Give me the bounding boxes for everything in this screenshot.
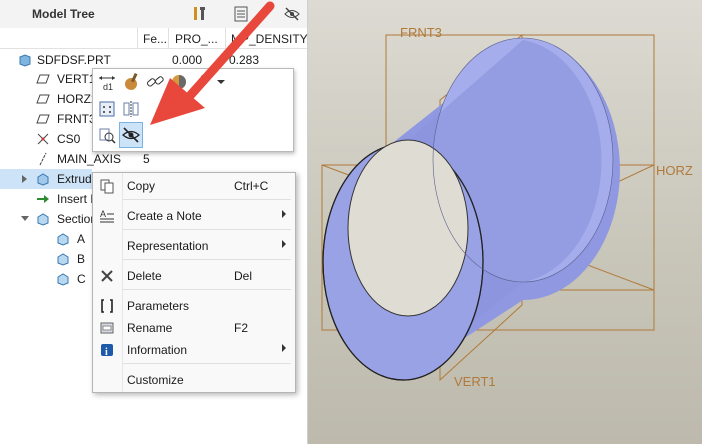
svg-text:i: i xyxy=(105,347,108,358)
link-icon[interactable] xyxy=(145,72,165,92)
rename-icon xyxy=(100,322,114,334)
tree-row-section-c[interactable]: C xyxy=(0,269,92,289)
datum-label-horz: HORZ xyxy=(656,163,693,178)
column-pro-mp[interactable]: PRO_... xyxy=(175,32,218,46)
svg-text:d1: d1 xyxy=(103,82,113,92)
insert-here-arrow-icon xyxy=(37,195,49,203)
menu-item-copy[interactable]: Copy Ctrl+C xyxy=(93,175,295,197)
show-columns-icon[interactable] xyxy=(232,4,252,24)
datum-plane-icon xyxy=(36,74,50,84)
menu-item-create-note[interactable]: A Create a Note xyxy=(93,205,295,227)
menu-item-shortcut: Ctrl+C xyxy=(234,179,269,193)
tree-row-label: B xyxy=(77,252,86,266)
tree-row-label: A xyxy=(77,232,86,246)
hide-icon xyxy=(122,127,140,143)
submenu-arrow-icon xyxy=(282,344,286,352)
tree-row-label: VERT1 xyxy=(57,72,96,86)
tree-row-section-a[interactable]: A xyxy=(0,229,92,249)
menu-item-label: Rename xyxy=(127,321,173,335)
menu-separator xyxy=(123,199,291,200)
mirror-icon[interactable] xyxy=(121,99,141,119)
menu-item-shortcut: F2 xyxy=(234,321,249,335)
appearance-icon[interactable] xyxy=(121,72,141,92)
parameters-icon xyxy=(101,299,113,313)
menu-item-label: Parameters xyxy=(127,299,190,313)
column-divider[interactable] xyxy=(225,28,226,48)
cell-mp-density: 0.283 xyxy=(229,53,260,67)
context-menu: Copy Ctrl+C A Create a Note Representati… xyxy=(92,172,296,393)
section-view-icon xyxy=(57,233,69,246)
part-icon xyxy=(19,54,31,67)
hide-button[interactable] xyxy=(119,122,143,148)
datum-label-vert: VERT1 xyxy=(454,374,496,389)
menu-item-customize[interactable]: Customize xyxy=(93,369,295,391)
graphics-viewport[interactable]: FRNT3 HORZ VERT1 xyxy=(308,0,702,444)
tree-row-label: FRNT3 xyxy=(57,112,96,126)
tree-row-insert-here[interactable]: Insert H xyxy=(0,189,99,209)
coordinate-system-icon xyxy=(37,133,49,145)
datum-label-front: FRNT3 xyxy=(400,25,442,40)
menu-separator xyxy=(123,289,291,290)
delete-icon xyxy=(101,270,113,282)
tree-row-section-b[interactable]: B xyxy=(0,249,92,269)
column-divider[interactable] xyxy=(137,28,138,48)
tree-row-extrude[interactable]: Extrude xyxy=(0,169,98,189)
dimension-icon[interactable]: d1 xyxy=(97,72,117,92)
more-actions-icon[interactable] xyxy=(193,72,213,92)
tree-row-label: MAIN_AXIS xyxy=(57,152,122,166)
column-mp-density[interactable]: MP_DENSITY xyxy=(231,32,308,46)
tree-row-axis[interactable]: MAIN_AXIS 5 xyxy=(0,149,307,169)
tree-settings-icon[interactable] xyxy=(190,4,210,24)
menu-item-representation[interactable]: Representation xyxy=(93,235,295,257)
submenu-arrow-icon xyxy=(282,240,286,248)
tree-row-label: SDFDSF.PRT xyxy=(37,53,111,67)
menu-item-label: Delete xyxy=(127,269,162,283)
copy-icon xyxy=(100,179,114,194)
tree-row-label: CS0 xyxy=(57,132,81,146)
section-icon xyxy=(37,213,49,226)
info-icon: i xyxy=(101,344,113,358)
menu-separator xyxy=(123,229,291,230)
shaded-sphere-icon[interactable] xyxy=(169,72,189,92)
column-header-row: Fe... PRO_... MP_DENSITY xyxy=(0,28,308,49)
menu-item-delete[interactable]: Delete Del xyxy=(93,265,295,287)
zoom-to-selected-icon[interactable] xyxy=(97,125,117,145)
menu-item-label: Create a Note xyxy=(127,209,202,223)
menu-item-label: Information xyxy=(127,343,188,357)
cell-pro-mp: 0.000 xyxy=(172,53,203,67)
datum-plane-icon xyxy=(36,114,50,124)
section-view-icon xyxy=(57,253,69,266)
select-table-icon[interactable] xyxy=(97,99,117,119)
datum-axis-icon xyxy=(39,152,47,166)
datum-plane-icon xyxy=(36,94,50,104)
model-view: FRNT3 HORZ VERT1 xyxy=(321,25,693,389)
menu-item-parameters[interactable]: Parameters xyxy=(93,295,295,317)
menu-item-shortcut: Del xyxy=(234,269,253,283)
hide-filter-icon[interactable] xyxy=(282,4,302,24)
menu-separator xyxy=(123,259,291,260)
column-divider[interactable] xyxy=(168,28,169,48)
section-view-icon xyxy=(57,273,69,286)
menu-item-label: Customize xyxy=(127,373,184,387)
menu-item-label: Representation xyxy=(127,239,209,253)
expand-arrow-icon[interactable] xyxy=(22,175,27,183)
menu-separator xyxy=(123,363,291,364)
submenu-arrow-icon xyxy=(282,210,286,218)
column-feature-number[interactable]: Fe... xyxy=(143,32,167,46)
mini-toolbar: d1 xyxy=(92,68,294,152)
collapse-arrow-icon[interactable] xyxy=(21,216,29,221)
cell-feature-number: 5 xyxy=(143,152,150,166)
tree-row-label: C xyxy=(77,272,86,286)
note-icon: A xyxy=(100,209,114,223)
tree-row-section[interactable]: Section xyxy=(0,209,97,229)
menu-item-label: Copy xyxy=(127,179,156,193)
model-tree-header: Model Tree xyxy=(0,0,307,29)
svg-text:A: A xyxy=(100,209,106,219)
menu-item-rename[interactable]: Rename F2 xyxy=(93,317,295,339)
toolbar-dropdown-icon[interactable] xyxy=(217,80,225,84)
tree-row-part[interactable]: SDFDSF.PRT 0.000 0.283 xyxy=(0,50,307,70)
model-tree-title: Model Tree xyxy=(32,7,95,21)
menu-item-information[interactable]: i Information xyxy=(93,339,295,361)
extrude-icon xyxy=(37,173,49,186)
